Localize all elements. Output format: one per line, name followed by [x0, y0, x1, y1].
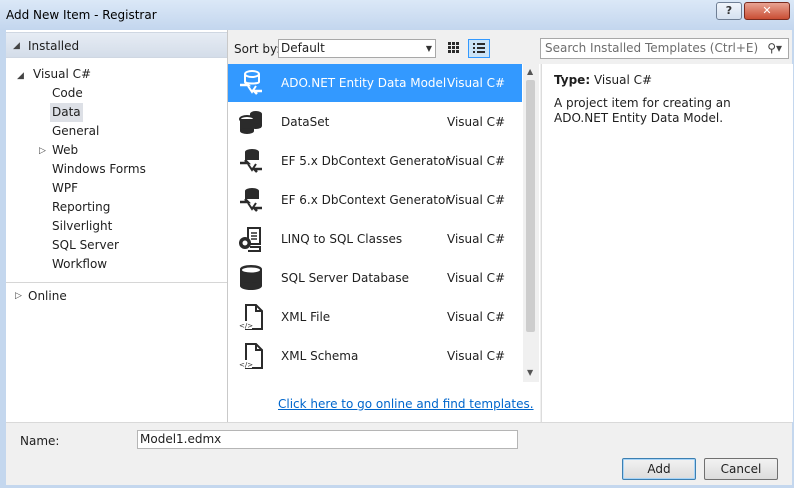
tree-item-wpf[interactable]: WPF	[50, 179, 80, 198]
add-new-item-dialog: Add New Item - Registrar ? ✕ ◢ Installed…	[0, 0, 794, 488]
entity-model-icon	[240, 70, 262, 95]
template-list-scrollbar[interactable]: ▲ ▼	[523, 64, 539, 382]
template-row[interactable]: EF 5.x DbContext Generator Visual C#	[228, 142, 522, 180]
online-label: Online	[28, 289, 67, 303]
template-language: Visual C#	[447, 232, 506, 246]
ef-generator-icon	[240, 188, 262, 212]
list-view-icon	[473, 43, 485, 53]
tree-item-silverlight[interactable]: Silverlight	[50, 217, 114, 236]
template-row[interactable]: </> XML Schema Visual C#	[228, 337, 522, 375]
ef-generator-icon	[240, 149, 262, 173]
search-icon[interactable]: ⚲▾	[767, 39, 782, 58]
tree-item-web[interactable]: Web	[50, 141, 80, 160]
svg-text:</>: </>	[239, 361, 253, 369]
online-header[interactable]: ▷ Online	[6, 282, 227, 308]
tree-item-workflow[interactable]: Workflow	[50, 255, 109, 274]
template-name: DataSet	[281, 115, 330, 129]
template-toolbar: Sort by: Default ▼ Search Installed Temp…	[228, 30, 792, 64]
chevron-down-icon: ▼	[425, 44, 432, 53]
cancel-button[interactable]: Cancel	[704, 458, 778, 480]
template-row[interactable]: LINQ to SQL Classes Visual C#	[228, 220, 522, 258]
list-view-button[interactable]	[468, 39, 490, 58]
type-label: Type:	[554, 73, 591, 87]
type-value: Visual C#	[593, 73, 653, 87]
dialog-body: ◢ Installed ◢ Visual C# Code Data Genera…	[6, 30, 793, 485]
tree-item-code[interactable]: Code	[50, 84, 85, 103]
template-language: Visual C#	[447, 193, 506, 207]
tree-item-sql-server[interactable]: SQL Server	[50, 236, 121, 255]
xml-file-icon: </>	[238, 304, 263, 330]
sort-value: Default	[281, 41, 325, 55]
name-label: Name:	[20, 434, 60, 448]
search-placeholder: Search Installed Templates (Ctrl+E)	[545, 41, 759, 55]
tree-item-visual-csharp[interactable]: Visual C#	[31, 65, 93, 84]
template-list: ADO.NET Entity Data Model Visual C# Data…	[228, 64, 540, 422]
sort-label: Sort by:	[234, 42, 281, 56]
installed-label: Installed	[28, 39, 80, 53]
template-language: Visual C#	[447, 154, 506, 168]
template-name: SQL Server Database	[281, 271, 409, 285]
title-bar: Add New Item - Registrar ? ✕	[0, 0, 794, 30]
template-language: Visual C#	[447, 271, 506, 285]
template-row[interactable]: </> XML File Visual C#	[228, 298, 522, 336]
tree-item-data[interactable]: Data	[50, 103, 83, 122]
type-line: Type: Visual C#	[554, 73, 652, 87]
collapsed-arrow-icon: ▷	[15, 291, 22, 301]
grid-view-icon	[448, 42, 459, 53]
template-name: XML File	[281, 310, 331, 324]
window-title: Add New Item - Registrar	[6, 8, 157, 22]
svg-text:</>: </>	[239, 322, 253, 330]
tree-item-reporting[interactable]: Reporting	[50, 198, 112, 217]
description-panel: Type: Visual C# A project item for creat…	[541, 64, 793, 422]
find-templates-online-link[interactable]: Click here to go online and find templat…	[278, 397, 534, 411]
template-language: Visual C#	[447, 115, 506, 129]
name-field[interactable]: Model1.edmx	[137, 430, 518, 449]
grid-view-button[interactable]	[443, 39, 465, 58]
bottom-bar: Name: Model1.edmx Add Cancel	[6, 422, 792, 485]
add-button[interactable]: Add	[622, 458, 696, 480]
template-language: Visual C#	[447, 76, 506, 90]
scroll-down-icon[interactable]: ▼	[527, 368, 533, 377]
linq-to-sql-icon	[239, 227, 261, 252]
template-name: ADO.NET Entity Data Model	[281, 76, 447, 90]
search-input[interactable]: Search Installed Templates (Ctrl+E) ⚲▾	[540, 38, 789, 59]
expanded-arrow-icon: ◢	[13, 41, 20, 51]
template-language: Visual C#	[447, 310, 506, 324]
template-row[interactable]: DataSet Visual C#	[228, 103, 522, 141]
installed-header[interactable]: ◢ Installed	[6, 32, 227, 58]
collapsed-arrow-icon[interactable]: ▷	[39, 146, 46, 156]
close-button[interactable]: ✕	[744, 2, 790, 20]
scroll-up-icon[interactable]: ▲	[527, 67, 533, 76]
template-name: EF 6.x DbContext Generator	[281, 193, 451, 207]
template-name: XML Schema	[281, 349, 359, 363]
expanded-arrow-icon[interactable]: ◢	[17, 71, 24, 81]
scrollbar-thumb[interactable]	[526, 80, 535, 332]
template-row[interactable]: SQL Server Database Visual C#	[228, 259, 522, 297]
template-description: A project item for creating an ADO.NET E…	[554, 96, 731, 125]
xml-schema-icon: </>	[238, 343, 263, 369]
database-icon	[240, 265, 262, 290]
tree-item-windows-forms[interactable]: Windows Forms	[50, 160, 148, 179]
dataset-icon	[239, 111, 262, 134]
sort-dropdown[interactable]: Default ▼	[278, 39, 436, 58]
category-panel: ◢ Installed ◢ Visual C# Code Data Genera…	[6, 30, 228, 422]
template-name: LINQ to SQL Classes	[281, 232, 403, 246]
template-name: EF 5.x DbContext Generator	[281, 154, 451, 168]
tree-item-general[interactable]: General	[50, 122, 101, 141]
template-language: Visual C#	[447, 349, 506, 363]
help-button[interactable]: ?	[716, 2, 742, 20]
template-row[interactable]: EF 6.x DbContext Generator Visual C#	[228, 181, 522, 219]
template-row[interactable]: ADO.NET Entity Data Model Visual C#	[228, 64, 522, 102]
